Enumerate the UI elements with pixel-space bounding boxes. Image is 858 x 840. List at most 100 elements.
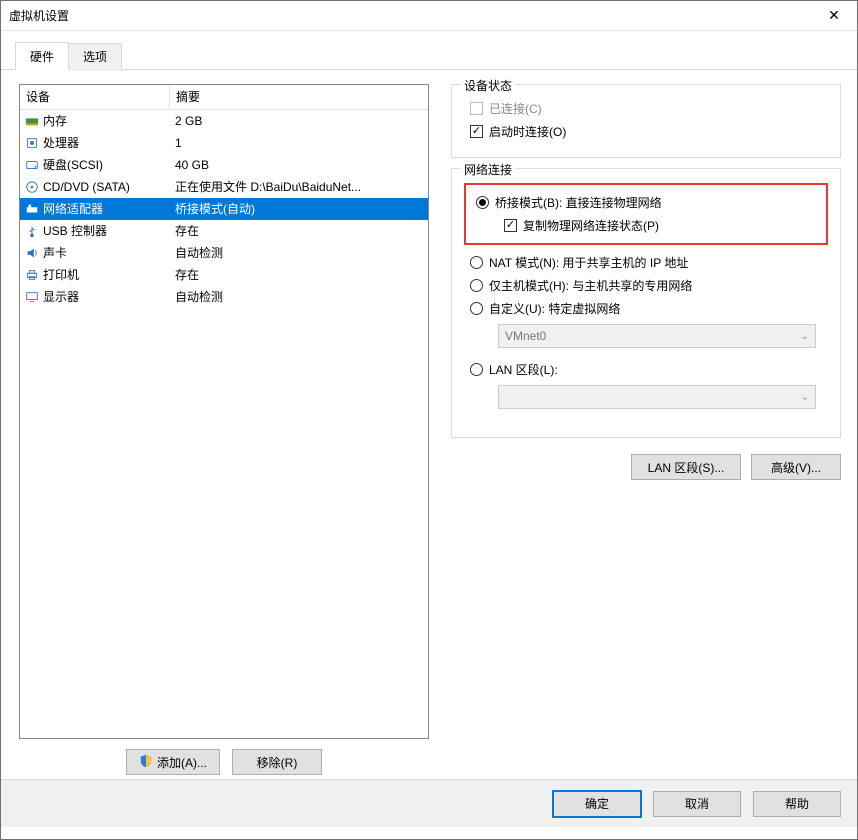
device-row[interactable]: 处理器1 bbox=[20, 132, 428, 154]
sound-icon bbox=[24, 245, 40, 261]
advanced-button[interactable]: 高级(V)... bbox=[751, 454, 841, 480]
replicate-label: 复制物理网络连接状态(P) bbox=[523, 217, 659, 234]
help-label: 帮助 bbox=[785, 795, 809, 812]
connect-at-poweron-row[interactable]: ✓ 启动时连接(O) bbox=[464, 120, 828, 143]
device-summary: 存在 bbox=[175, 266, 428, 284]
device-name: CD/DVD (SATA) bbox=[43, 178, 175, 196]
close-icon: ✕ bbox=[828, 7, 840, 24]
device-name: 显示器 bbox=[43, 288, 175, 306]
bottom-bar: 确定 取消 帮助 bbox=[1, 779, 857, 827]
lan-segment-dropdown[interactable]: ⌄ bbox=[498, 385, 816, 409]
device-row[interactable]: USB 控制器存在 bbox=[20, 220, 428, 242]
device-row[interactable]: 显示器自动检测 bbox=[20, 286, 428, 308]
help-button[interactable]: 帮助 bbox=[753, 791, 841, 817]
printer-icon bbox=[24, 267, 40, 283]
device-name: 硬盘(SCSI) bbox=[43, 156, 175, 174]
tab-hardware[interactable]: 硬件 bbox=[15, 42, 69, 70]
chevron-down-icon: ⌄ bbox=[801, 331, 809, 342]
device-name: 声卡 bbox=[43, 244, 175, 262]
tab-strip: 硬件 选项 bbox=[1, 31, 857, 69]
right-column: 设备状态 已连接(C) ✓ 启动时连接(O) 网络连接 桥接模式(B): 直接连… bbox=[451, 84, 841, 779]
device-row[interactable]: 声卡自动检测 bbox=[20, 242, 428, 264]
window-title: 虚拟机设置 bbox=[9, 7, 69, 24]
device-name: USB 控制器 bbox=[43, 222, 175, 240]
device-summary: 2 GB bbox=[175, 112, 428, 130]
connect-at-poweron-label: 启动时连接(O) bbox=[489, 123, 566, 140]
device-summary: 自动检测 bbox=[175, 288, 428, 306]
hdd-icon bbox=[24, 157, 40, 173]
ok-button[interactable]: 确定 bbox=[553, 791, 641, 817]
replicate-checkbox-row[interactable]: ✓ 复制物理网络连接状态(P) bbox=[470, 214, 822, 237]
cancel-label: 取消 bbox=[685, 795, 709, 812]
summary-header[interactable]: 摘要 bbox=[170, 85, 428, 109]
hostonly-radio-row[interactable]: 仅主机模式(H): 与主机共享的专用网络 bbox=[464, 274, 828, 297]
bridged-radio-row[interactable]: 桥接模式(B): 直接连接物理网络 bbox=[470, 191, 822, 214]
remove-button-label: 移除(R) bbox=[257, 754, 298, 771]
highlight-box: 桥接模式(B): 直接连接物理网络 ✓ 复制物理网络连接状态(P) bbox=[464, 183, 828, 245]
checkbox-icon bbox=[470, 102, 483, 115]
titlebar: 虚拟机设置 ✕ bbox=[1, 1, 857, 31]
net-icon bbox=[24, 201, 40, 217]
add-button[interactable]: 添加(A)... bbox=[126, 749, 220, 775]
device-summary: 自动检测 bbox=[175, 244, 428, 262]
custom-vmnet-dropdown[interactable]: VMnet0 ⌄ bbox=[498, 324, 816, 348]
connected-checkbox-row[interactable]: 已连接(C) bbox=[464, 97, 828, 120]
left-buttons: 添加(A)... 移除(R) bbox=[19, 739, 429, 779]
device-summary: 正在使用文件 D:\BaiDu\BaiduNet... bbox=[175, 178, 428, 196]
device-row[interactable]: 打印机存在 bbox=[20, 264, 428, 286]
device-name: 打印机 bbox=[43, 266, 175, 284]
device-name: 网络适配器 bbox=[43, 200, 175, 218]
lan-segments-label: LAN 区段(S)... bbox=[648, 459, 725, 476]
radio-icon bbox=[470, 363, 483, 376]
hostonly-label: 仅主机模式(H): 与主机共享的专用网络 bbox=[489, 277, 692, 294]
device-header[interactable]: 设备 bbox=[20, 85, 170, 109]
ok-label: 确定 bbox=[585, 795, 609, 812]
lan-segments-button[interactable]: LAN 区段(S)... bbox=[631, 454, 741, 480]
custom-vmnet-value: VMnet0 bbox=[505, 329, 546, 343]
left-column: 设备 摘要 内存2 GB处理器1硬盘(SCSI)40 GBCD/DVD (SAT… bbox=[19, 84, 429, 779]
radio-icon bbox=[470, 279, 483, 292]
memory-icon bbox=[24, 113, 40, 129]
shield-icon bbox=[139, 754, 153, 771]
right-buttons: LAN 区段(S)... 高级(V)... bbox=[451, 448, 841, 480]
chevron-down-icon: ⌄ bbox=[801, 392, 809, 403]
remove-button[interactable]: 移除(R) bbox=[232, 749, 322, 775]
radio-icon bbox=[476, 196, 489, 209]
close-button[interactable]: ✕ bbox=[811, 1, 857, 31]
lan-segment-radio-row[interactable]: LAN 区段(L): bbox=[464, 358, 828, 381]
device-name: 处理器 bbox=[43, 134, 175, 152]
custom-label: 自定义(U): 特定虚拟网络 bbox=[489, 300, 620, 317]
device-summary: 存在 bbox=[175, 222, 428, 240]
radio-icon bbox=[470, 256, 483, 269]
device-row[interactable]: 硬盘(SCSI)40 GB bbox=[20, 154, 428, 176]
device-row[interactable]: CD/DVD (SATA)正在使用文件 D:\BaiDu\BaiduNet... bbox=[20, 176, 428, 198]
device-row[interactable]: 网络适配器桥接模式(自动) bbox=[20, 198, 428, 220]
device-summary: 桥接模式(自动) bbox=[175, 200, 428, 218]
lan-segment-label: LAN 区段(L): bbox=[489, 361, 558, 378]
usb-icon bbox=[24, 223, 40, 239]
display-icon bbox=[24, 289, 40, 305]
network-connection-group: 网络连接 桥接模式(B): 直接连接物理网络 ✓ 复制物理网络连接状态(P) N… bbox=[451, 168, 841, 438]
device-summary: 1 bbox=[175, 134, 428, 152]
device-list: 设备 摘要 内存2 GB处理器1硬盘(SCSI)40 GBCD/DVD (SAT… bbox=[19, 84, 429, 739]
device-row[interactable]: 内存2 GB bbox=[20, 110, 428, 132]
add-button-label: 添加(A)... bbox=[157, 754, 207, 771]
checkbox-icon: ✓ bbox=[504, 219, 517, 232]
cd-icon bbox=[24, 179, 40, 195]
advanced-label: 高级(V)... bbox=[771, 459, 821, 476]
tab-hardware-label: 硬件 bbox=[30, 50, 54, 64]
nat-label: NAT 模式(N): 用于共享主机的 IP 地址 bbox=[489, 254, 688, 271]
nat-radio-row[interactable]: NAT 模式(N): 用于共享主机的 IP 地址 bbox=[464, 251, 828, 274]
tab-options-label: 选项 bbox=[83, 50, 107, 64]
device-list-header: 设备 摘要 bbox=[20, 85, 428, 110]
device-name: 内存 bbox=[43, 112, 175, 130]
checkbox-icon: ✓ bbox=[470, 125, 483, 138]
connected-label: 已连接(C) bbox=[489, 100, 542, 117]
tab-options[interactable]: 选项 bbox=[69, 43, 122, 71]
bridged-label: 桥接模式(B): 直接连接物理网络 bbox=[495, 194, 662, 211]
network-connection-title: 网络连接 bbox=[460, 161, 516, 178]
cancel-button[interactable]: 取消 bbox=[653, 791, 741, 817]
radio-icon bbox=[470, 302, 483, 315]
custom-radio-row[interactable]: 自定义(U): 特定虚拟网络 bbox=[464, 297, 828, 320]
device-summary: 40 GB bbox=[175, 156, 428, 174]
